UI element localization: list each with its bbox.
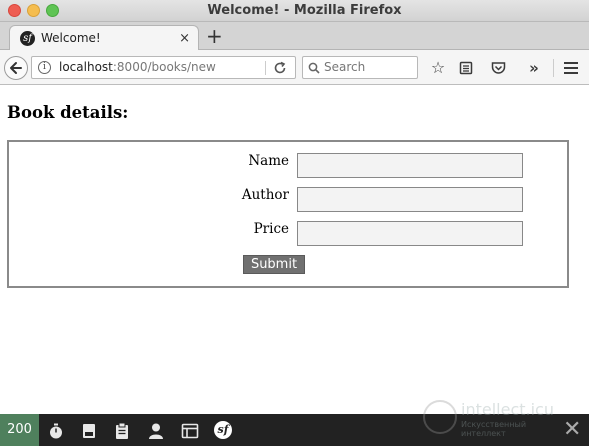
back-arrow-icon bbox=[10, 62, 22, 74]
watermark-line-2: Искусственный интеллект bbox=[461, 420, 527, 438]
price-input[interactable] bbox=[297, 221, 523, 246]
new-tab-button[interactable]: + bbox=[206, 23, 223, 49]
navigation-bar: i localhost:8000/books/new Search ☆ » bbox=[0, 50, 589, 85]
url-bar-divider bbox=[265, 61, 266, 75]
watermark-logo-icon bbox=[423, 400, 457, 434]
back-button[interactable] bbox=[4, 56, 28, 80]
url-host: localhost bbox=[59, 60, 113, 74]
clipboard-icon[interactable] bbox=[113, 422, 131, 440]
pocket-icon[interactable] bbox=[488, 58, 508, 78]
submit-button[interactable]: Submit bbox=[243, 255, 305, 274]
window-titlebar: Welcome! - Mozilla Firefox bbox=[0, 0, 589, 22]
page-content: Book details: Name Author Price Submit bbox=[0, 86, 589, 414]
search-placeholder: Search bbox=[324, 60, 366, 74]
user-icon[interactable] bbox=[147, 422, 165, 440]
status-code-badge[interactable]: 200 bbox=[0, 414, 39, 446]
hamburger-menu-icon[interactable] bbox=[561, 58, 581, 78]
star-icon[interactable]: ☆ bbox=[428, 58, 448, 78]
page-heading: Book details: bbox=[7, 103, 129, 122]
watermark-line-1: intellect.icu bbox=[461, 400, 554, 419]
window-title: Welcome! - Mozilla Firefox bbox=[207, 3, 402, 18]
author-label: Author bbox=[241, 187, 289, 203]
tab-close-icon[interactable]: × bbox=[179, 26, 190, 51]
toolbar-divider bbox=[553, 59, 554, 77]
url-text[interactable]: localhost:8000/books/new bbox=[59, 57, 216, 78]
tab-title: Welcome! bbox=[41, 31, 101, 45]
price-label: Price bbox=[253, 221, 289, 237]
layout-icon[interactable] bbox=[181, 422, 199, 440]
author-input[interactable] bbox=[297, 187, 523, 212]
book-form: Name Author Price Submit bbox=[7, 140, 569, 288]
watermark: intellect.icu Искусственный интеллект bbox=[421, 398, 571, 438]
url-bar[interactable]: i localhost:8000/books/new bbox=[31, 56, 296, 79]
stopwatch-icon[interactable] bbox=[47, 422, 65, 440]
tab-welcome[interactable]: sf Welcome! × bbox=[9, 25, 199, 51]
name-label: Name bbox=[248, 153, 289, 169]
info-icon[interactable]: i bbox=[38, 61, 51, 74]
tab-strip: sf Welcome! × + bbox=[0, 22, 589, 51]
overflow-icon[interactable]: » bbox=[524, 58, 544, 78]
name-input[interactable] bbox=[297, 153, 523, 178]
reader-list-icon[interactable] bbox=[456, 58, 476, 78]
reload-icon[interactable] bbox=[273, 57, 287, 82]
url-path: :8000/books/new bbox=[112, 60, 216, 74]
symfony-favicon-icon: sf bbox=[20, 31, 35, 46]
search-bar[interactable]: Search bbox=[302, 56, 418, 79]
search-icon bbox=[308, 58, 320, 78]
symfony-logo-icon[interactable]: sf bbox=[214, 421, 232, 439]
memory-icon[interactable] bbox=[80, 422, 98, 440]
